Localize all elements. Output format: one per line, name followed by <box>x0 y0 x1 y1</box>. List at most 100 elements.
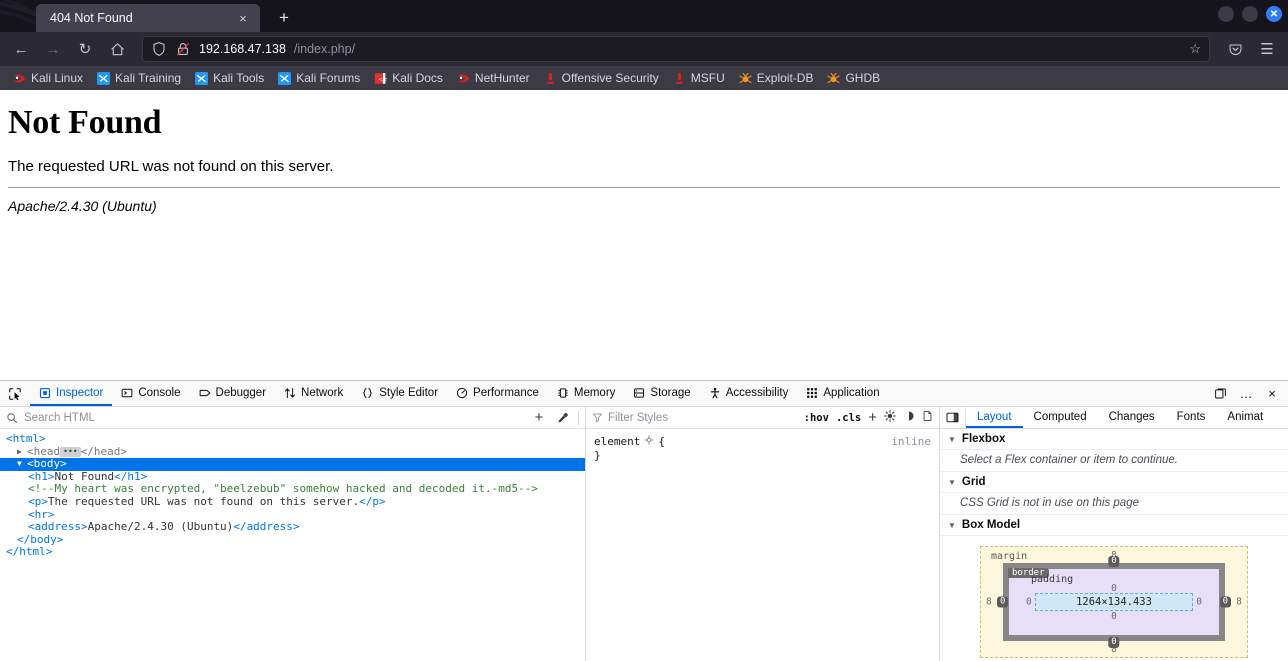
bookmark-kali-training[interactable]: Kali Training <box>90 69 188 87</box>
section-header-box-model[interactable]: ▼ Box Model <box>940 515 1288 536</box>
bookmark-nethunter[interactable]: NetHunter <box>450 69 537 87</box>
devtools-tab-network[interactable]: Network <box>275 381 352 406</box>
markup-lines: < html > ▶ <head ••• </head> ▼ < body > < h1 > Not F… <box>0 432 585 559</box>
dock-position-icon[interactable] <box>1208 382 1232 406</box>
markup-node[interactable]: < address > Apache/2.4.30 (Ubuntu) </address… <box>0 521 585 534</box>
home-icon[interactable] <box>102 35 132 63</box>
light-color-scheme-icon[interactable] <box>884 410 896 425</box>
layout-tab-computed[interactable]: Computed <box>1023 407 1098 428</box>
element-picker-icon[interactable] <box>0 381 30 406</box>
rule-selector[interactable]: element <box>594 435 640 449</box>
grid-note: CSS Grid is not in use on this page <box>940 493 1288 515</box>
margin-left-value[interactable]: 8 <box>986 597 992 608</box>
add-rule-button[interactable]: + <box>868 409 877 426</box>
bookmark-star-icon[interactable]: ☆ <box>1189 41 1201 57</box>
minimize-button[interactable] <box>1218 6 1234 22</box>
class-toggle[interactable]: .cls <box>836 412 861 424</box>
border-right-value[interactable]: 0 <box>1219 596 1231 608</box>
dark-color-scheme-icon[interactable] <box>903 410 915 425</box>
border-bottom-value[interactable]: 0 <box>1108 637 1120 648</box>
close-button[interactable]: ✕ <box>1266 6 1282 22</box>
bookmark-offensive-security[interactable]: Offensive Security <box>537 69 666 87</box>
forward-icon[interactable]: → <box>38 35 68 63</box>
devtools-tab-application[interactable]: Application <box>797 381 888 406</box>
pocket-icon[interactable] <box>1220 35 1250 63</box>
devtools-panel: Inspector Console Debugger Network Style… <box>0 380 1288 661</box>
devtools-tab-inspector[interactable]: Inspector <box>30 381 113 406</box>
box-model-content-size[interactable]: 1264×134.433 <box>1035 593 1193 611</box>
box-model-wrapper: margin 8 8 8 8 border 0 0 0 0 paddin <box>940 536 1288 658</box>
add-node-button[interactable]: + <box>530 409 548 427</box>
padding-bottom-value[interactable]: 0 <box>1111 611 1117 622</box>
margin-right-value[interactable]: 8 <box>1236 597 1242 608</box>
eyedropper-icon[interactable] <box>554 409 572 427</box>
devtools-tab-console[interactable]: Console <box>112 381 189 406</box>
layout-tab-layout[interactable]: Layout <box>966 407 1023 428</box>
devtools-tab-performance[interactable]: Performance <box>447 381 548 406</box>
border-top-value[interactable]: 0 <box>1108 556 1120 567</box>
section-header-flexbox[interactable]: ▼ Flexbox <box>940 429 1288 450</box>
offsec-icon <box>546 72 555 84</box>
devtools-close-icon[interactable]: × <box>1260 382 1284 406</box>
layout-tab-animations[interactable]: Animat <box>1216 407 1274 428</box>
bookmark-kali-forums[interactable]: Kali Forums <box>271 69 367 87</box>
bookmark-ghdb[interactable]: GHDB <box>820 69 887 87</box>
chevron-down-icon: ▼ <box>948 477 956 487</box>
rule-filter-icon[interactable] <box>644 435 654 449</box>
box-model-border[interactable]: border 0 0 0 0 padding 0 0 0 0 1264×134.… <box>997 556 1231 648</box>
markup-node[interactable]: </html > <box>0 546 585 559</box>
layout-tab-fonts[interactable]: Fonts <box>1166 407 1217 428</box>
network-icon <box>285 387 296 398</box>
back-icon[interactable]: ← <box>6 35 36 63</box>
pseudo-class-toggle[interactable]: :hov <box>804 412 829 424</box>
markup-node[interactable]: ▼ < body > <box>0 458 585 471</box>
padding-top-value[interactable]: 0 <box>1111 583 1117 594</box>
markup-node[interactable]: ▶ <head ••• </head> <box>0 445 585 459</box>
reload-icon[interactable]: ↻ <box>70 35 100 63</box>
section-title: Box Model <box>961 519 1021 531</box>
window-controls: ✕ <box>1218 6 1282 22</box>
rule-brace-open: { <box>658 435 665 448</box>
bookmark-kali-docs[interactable]: </> Kali Docs <box>367 69 450 87</box>
address-bar[interactable]: 192.168.47.138/index.php/ ☆ <box>142 36 1210 62</box>
moon-glyph <box>904 411 914 421</box>
app-menu-icon[interactable]: ☰ <box>1252 35 1282 63</box>
search-html-input[interactable]: Search HTML <box>24 412 524 424</box>
bookmarks-toolbar: Kali Linux Kali Training Kali Tools Kali… <box>0 66 1288 90</box>
url-path: /index.php/ <box>293 42 356 56</box>
flexbox-note: Select a Flex container or item to conti… <box>940 450 1288 472</box>
maximize-button[interactable] <box>1242 6 1258 22</box>
inspector-icon <box>39 387 51 398</box>
rule-source[interactable]: inline <box>891 435 931 449</box>
border-left-value[interactable]: 0 <box>997 596 1009 608</box>
section-header-grid[interactable]: ▼ Grid <box>940 472 1288 493</box>
box-model-margin[interactable]: margin 8 8 8 8 border 0 0 0 0 paddin <box>980 546 1248 658</box>
browser-tab[interactable]: 404 Not Found × <box>36 4 260 32</box>
devtools-tab-style-editor[interactable]: Style Editor <box>352 381 447 406</box>
devtools-more-icon[interactable]: … <box>1234 382 1258 406</box>
bookmark-exploit-db[interactable]: Exploit-DB <box>732 69 821 87</box>
devtools-tab-memory[interactable]: Memory <box>548 381 625 406</box>
markup-node[interactable]: < p > The requested URL was not found on th… <box>0 495 585 509</box>
bookmark-msfu[interactable]: MSFU <box>666 69 732 87</box>
devtools-tab-accessibility[interactable]: Accessibility <box>700 381 798 406</box>
picker-glyph <box>9 387 21 400</box>
layout-pane: Layout Computed Changes Fonts Animat ▼ F… <box>940 407 1288 661</box>
sidebar-glyph <box>946 412 959 423</box>
new-tab-button[interactable]: + <box>270 4 298 32</box>
padding-right-value[interactable]: 0 <box>1196 597 1202 608</box>
bookmark-kali-linux[interactable]: Kali Linux <box>6 69 90 87</box>
devtools-tab-storage[interactable]: Storage <box>624 381 699 406</box>
devtools-tab-debugger[interactable]: Debugger <box>190 381 276 406</box>
bookmark-kali-tools[interactable]: Kali Tools <box>188 69 271 87</box>
layout-tab-changes[interactable]: Changes <box>1098 407 1166 428</box>
filter-styles-input[interactable]: Filter Styles <box>592 412 797 424</box>
sidebar-toggle-icon[interactable] <box>940 407 966 428</box>
box-model-padding[interactable]: padding 0 0 0 0 1264×134.433 <box>1026 574 1202 622</box>
markup-node[interactable]: < html > <box>0 432 585 446</box>
lock-crossed-out-icon[interactable] <box>175 41 191 57</box>
markup-node[interactable]: </body > <box>0 533 585 547</box>
padding-left-value[interactable]: 0 <box>1026 597 1032 608</box>
tab-close-icon[interactable]: × <box>234 9 252 27</box>
print-media-icon[interactable] <box>922 410 933 425</box>
